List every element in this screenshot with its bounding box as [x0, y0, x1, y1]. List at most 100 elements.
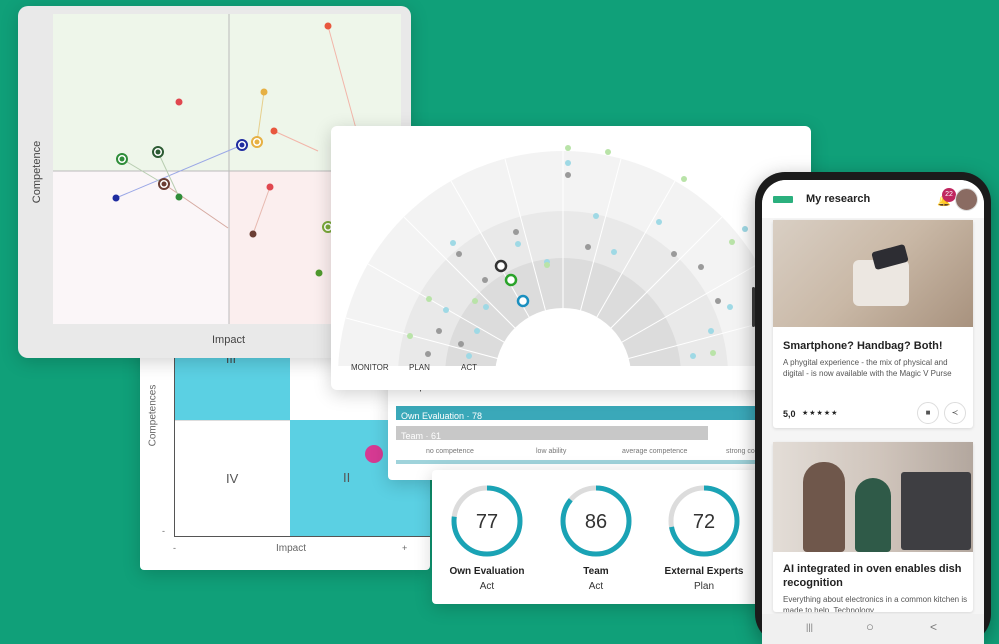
- gauge-external-experts: 72: [668, 485, 740, 557]
- scatter-quadrant-bl: [53, 171, 229, 324]
- phone-frame: My research 🔔 22 Smartphone? Handbag? Bo…: [752, 172, 991, 644]
- scatter-point: [324, 22, 332, 30]
- radar-point: [565, 160, 571, 166]
- scale-label: average competence: [622, 448, 688, 455]
- phone-header: My research 🔔 22: [762, 180, 984, 218]
- radar-chart: [338, 145, 788, 366]
- phone-side-button: [752, 287, 755, 327]
- scale-label: no competence: [426, 448, 474, 455]
- radar-point: [690, 353, 696, 359]
- matrix-quadrant-label-iv: IV: [226, 471, 239, 486]
- person-shape: [803, 462, 845, 552]
- scatter-point: [119, 156, 125, 162]
- gauge-sub-own-evaluation: Act: [479, 581, 495, 592]
- radar-point: [715, 298, 721, 304]
- bookmark-icon[interactable]: ■: [917, 402, 939, 424]
- bars-footer-line: [396, 460, 758, 464]
- scatter-point: [315, 269, 323, 277]
- scatter-point: [112, 194, 120, 202]
- matrix-x-min: -: [173, 543, 176, 553]
- phone-screen: My research 🔔 22 Smartphone? Handbag? Bo…: [762, 180, 984, 644]
- radar-point: [426, 296, 432, 302]
- phone-header-title: My research: [806, 193, 871, 205]
- share-icon[interactable]: ≺: [944, 402, 966, 424]
- radar-point: [565, 172, 571, 178]
- home-button[interactable]: ○: [866, 619, 874, 634]
- radar-point: [458, 341, 464, 347]
- radar-point: [544, 262, 550, 268]
- matrix-y-min: -: [162, 526, 165, 536]
- radar-ring-label-plan: PLAN: [409, 363, 430, 372]
- radar-point: [513, 229, 519, 235]
- scatter-point: [270, 127, 278, 135]
- radar-point: [727, 304, 733, 310]
- radar-point: [407, 333, 413, 339]
- article-rating-stars: ★★★★★: [802, 410, 839, 417]
- radar-point: [504, 273, 518, 287]
- gauge-team: 86: [560, 485, 632, 557]
- scatter-point: [161, 181, 167, 187]
- radar-point: [729, 239, 735, 245]
- child-shape: [855, 478, 891, 552]
- scatter-point: [155, 149, 161, 155]
- radar-point: [708, 328, 714, 334]
- gauge-value: 77: [476, 511, 498, 533]
- team-bar-label: Team · 61: [401, 431, 442, 441]
- back-button[interactable]: <: [930, 620, 937, 634]
- radar-point: [565, 145, 571, 151]
- article-image-handbag: [773, 220, 973, 327]
- article-title: AI integrated in oven enables dish recog…: [783, 563, 962, 589]
- radar-point: [742, 226, 748, 232]
- article-rating-value: 5,0: [783, 409, 796, 419]
- radar-point: [515, 241, 521, 247]
- gauge-sub-external-experts: Plan: [693, 581, 714, 592]
- scale-label: low ability: [536, 448, 567, 455]
- article-body: A phygital experience - the mix of physi…: [783, 358, 952, 378]
- gauge-label-own-evaluation: Own Evaluation: [449, 566, 525, 577]
- radar-point: [671, 251, 677, 257]
- article-image-oven: [773, 442, 973, 552]
- radar-point: [474, 328, 480, 334]
- scatter-point: [260, 88, 268, 96]
- matrix-quadrant-bottom-left: IV: [174, 420, 290, 537]
- scatter-point: [249, 230, 257, 238]
- radar-point: [593, 213, 599, 219]
- matrix-x-axis-label: Impact: [276, 543, 307, 554]
- recent-apps-button[interactable]: |||: [806, 622, 813, 632]
- radar-point: [611, 249, 617, 255]
- oven-shape: [901, 472, 971, 550]
- scatter-x-axis-label: Impact: [212, 334, 246, 346]
- matrix-quadrant-label-ii: II: [343, 470, 351, 485]
- radar-point: [585, 244, 591, 250]
- gauge-label-team: Team: [583, 566, 609, 577]
- radar-point: [656, 219, 662, 225]
- matrix-marker[interactable]: [365, 445, 383, 463]
- gauge-value: 86: [585, 511, 607, 533]
- radar-point: [710, 350, 716, 356]
- gauge-sub-team: Act: [588, 581, 604, 592]
- article-card[interactable]: AI integrated in oven enables dish recog…: [773, 442, 973, 612]
- radar-point: [698, 264, 704, 270]
- radar-point: [466, 353, 472, 359]
- gauge-label-external-experts: External Experts: [664, 566, 744, 577]
- notification-badge: 22: [942, 188, 956, 202]
- article-card[interactable]: Smartphone? Handbag? Both! A phygital ex…: [773, 220, 973, 428]
- app-logo-icon[interactable]: [773, 196, 793, 203]
- scatter-quadrant-tl: [53, 14, 229, 171]
- radar-card: MONITOR PLAN ACT: [331, 126, 811, 390]
- matrix-x-max: +: [402, 543, 408, 553]
- radar-point: [605, 149, 611, 155]
- gauge-own-evaluation: 77: [451, 485, 523, 557]
- scatter-point: [254, 139, 260, 145]
- matrix-x-axis-line: [174, 536, 430, 537]
- radar-ring-label-act: ACT: [461, 363, 477, 372]
- matrix-y-axis-label: Competences: [147, 384, 159, 447]
- avatar[interactable]: [955, 188, 978, 211]
- scatter-point: [175, 193, 183, 201]
- radar-point: [681, 176, 687, 182]
- scale-label: strong co: [726, 448, 755, 455]
- radar-point: [436, 328, 442, 334]
- radar-point: [450, 240, 456, 246]
- radar-point: [494, 259, 508, 273]
- android-nav-bar: ||| ○ <: [762, 614, 984, 644]
